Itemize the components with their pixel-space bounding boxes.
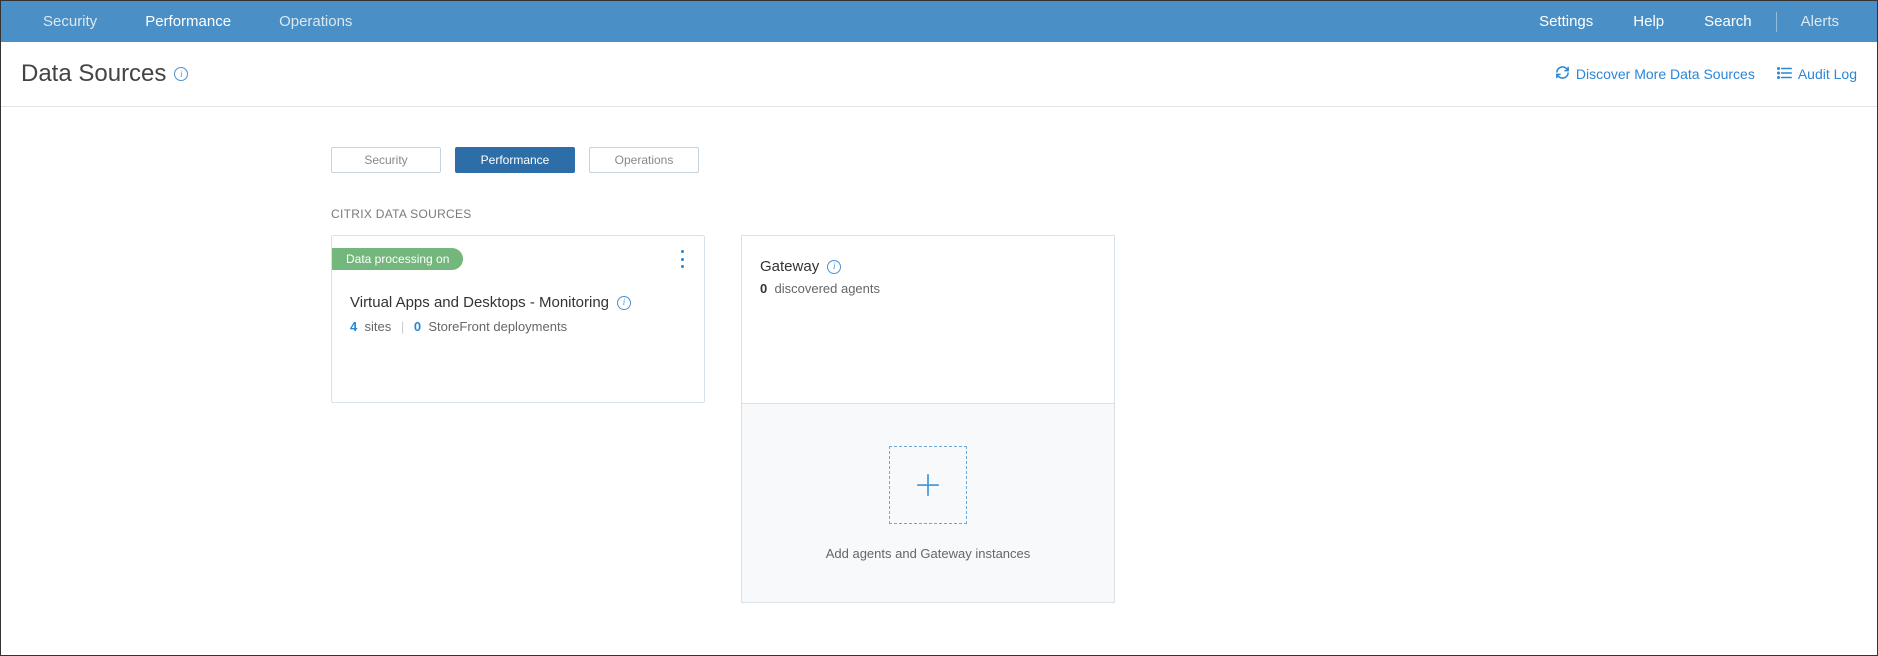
- tab-operations[interactable]: Operations: [589, 147, 699, 173]
- add-agents-button[interactable]: [889, 446, 967, 524]
- storefront-count: 0: [414, 319, 421, 334]
- gateway-title: Gateway i: [760, 258, 1096, 275]
- refresh-icon: [1555, 65, 1570, 83]
- sites-count: 4: [350, 319, 357, 334]
- info-icon[interactable]: i: [174, 67, 188, 81]
- more-menu-icon[interactable]: [674, 250, 690, 268]
- plus-icon: [915, 472, 941, 498]
- card-title: Virtual Apps and Desktops - Monitoring i: [350, 294, 686, 311]
- nav-search[interactable]: Search: [1684, 3, 1772, 40]
- discover-more-label: Discover More Data Sources: [1576, 66, 1755, 82]
- cards-row: Data processing on Virtual Apps and Desk…: [331, 235, 1877, 603]
- status-badge: Data processing on: [332, 248, 463, 270]
- nav-settings[interactable]: Settings: [1519, 3, 1613, 40]
- nav-help[interactable]: Help: [1613, 3, 1684, 40]
- card-gateway[interactable]: Gateway i 0 discovered agents: [741, 235, 1115, 403]
- nav-operations[interactable]: Operations: [255, 3, 376, 40]
- card-gateway-stack: Gateway i 0 discovered agents Add agents…: [741, 235, 1115, 603]
- card-title-text: Virtual Apps and Desktops - Monitoring: [350, 294, 609, 311]
- header-actions: Discover More Data Sources Audit Log: [1555, 65, 1857, 83]
- gateway-title-text: Gateway: [760, 258, 819, 275]
- nav-performance[interactable]: Performance: [121, 3, 255, 40]
- content-area: Security Performance Operations CITRIX D…: [1, 107, 1877, 603]
- list-icon: [1777, 66, 1792, 83]
- gateway-subtext: 0 discovered agents: [760, 281, 1096, 296]
- nav-security[interactable]: Security: [19, 3, 121, 40]
- add-agents-caption: Add agents and Gateway instances: [826, 546, 1031, 561]
- nav-alerts[interactable]: Alerts: [1781, 3, 1859, 40]
- top-nav-left: Security Performance Operations: [19, 3, 376, 40]
- nav-divider: [1776, 12, 1777, 32]
- agents-label: discovered agents: [774, 281, 880, 296]
- page-title: Data Sources: [21, 60, 166, 88]
- top-nav-bar: Security Performance Operations Settings…: [1, 1, 1877, 42]
- info-icon[interactable]: i: [827, 260, 841, 274]
- tab-bar: Security Performance Operations: [331, 147, 1877, 173]
- section-label: CITRIX DATA SOURCES: [331, 207, 1877, 221]
- sites-label-text: sites: [364, 319, 391, 334]
- tab-performance[interactable]: Performance: [455, 147, 575, 173]
- add-agents-panel: Add agents and Gateway instances: [741, 403, 1115, 603]
- top-nav-right: Settings Help Search Alerts: [1519, 3, 1859, 40]
- audit-log-link[interactable]: Audit Log: [1777, 66, 1857, 83]
- meta-separator: |: [401, 319, 404, 334]
- card-meta: 4 sites | 0 StoreFront deployments: [350, 319, 686, 334]
- audit-log-label: Audit Log: [1798, 66, 1857, 82]
- tab-security[interactable]: Security: [331, 147, 441, 173]
- info-icon[interactable]: i: [617, 296, 631, 310]
- storefront-label-text: StoreFront deployments: [428, 319, 567, 334]
- discover-more-link[interactable]: Discover More Data Sources: [1555, 65, 1755, 83]
- page-header: Data Sources i Discover More Data Source…: [1, 42, 1877, 107]
- card-virtual-apps-desktops[interactable]: Data processing on Virtual Apps and Desk…: [331, 235, 705, 403]
- agents-count: 0: [760, 281, 767, 296]
